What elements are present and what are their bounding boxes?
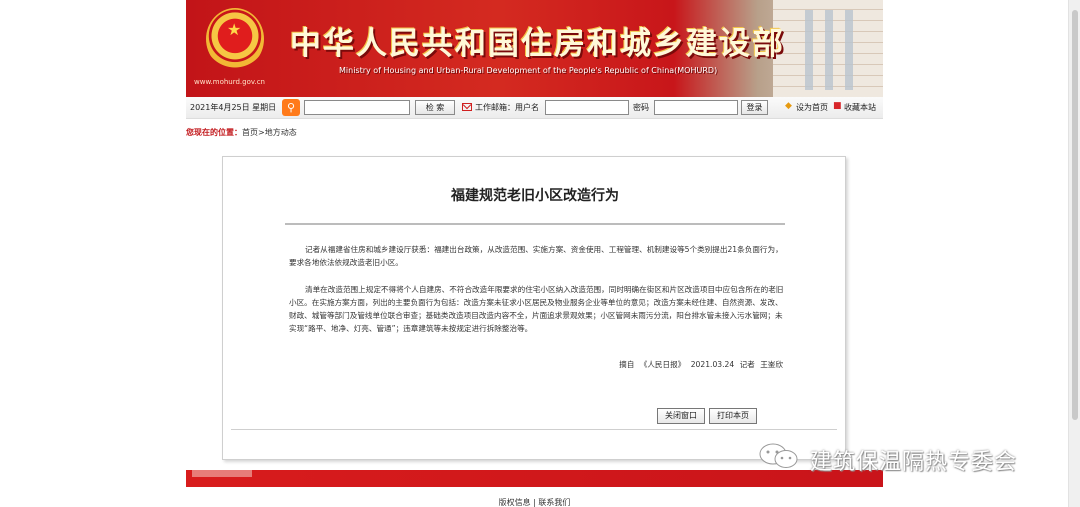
footer-divider: | [533,498,536,507]
add-favorite-link[interactable]: 收藏本站 [844,102,876,113]
home-icon: ◆ [785,101,792,111]
search-input[interactable] [304,100,410,115]
contact-link[interactable]: 联系我们 [538,498,570,507]
password-label: 密码 [633,103,649,112]
site-title-en: Ministry of Housing and Urban-Rural Deve… [339,66,718,75]
article-paragraph: 清单在改造范围上规定不得将个人自建房、不符合改造年限要求的住宅小区纳入改造范围，… [289,285,784,333]
print-page-button[interactable]: 打印本页 [709,408,757,424]
article-source: 摘自 《人民日报》 2021.03.24 记者 王崟欣 [619,360,783,369]
article-panel: 福建规范老旧小区改造行为 记者从福建省住房和城乡建设厅获悉：福建出台政策，从改造… [222,156,846,460]
search-icon[interactable]: ⚲ [282,99,300,116]
site-url: www.mohurd.gov.cn [194,78,265,86]
breadcrumb-label: 您现在的位置： [186,128,242,137]
breadcrumb-current[interactable]: 地方动态 [265,128,297,137]
article-paragraph: 记者从福建省住房和城乡建设厅获悉：福建出台政策，从改造范围、实施方案、资金使用、… [289,245,783,267]
search-button[interactable]: 检 索 [415,100,455,115]
favorite-icon: ■ [833,101,842,111]
national-emblem-icon: ★ [206,8,264,70]
title-divider [285,223,785,225]
close-window-button[interactable]: 关闭窗口 [657,408,705,424]
flag-decoration [192,470,252,487]
login-button[interactable]: 登录 [741,100,768,115]
page: ★ www.mohurd.gov.cn 中华人民共和国住房和城乡建设部 Mini… [186,0,883,507]
mail-label: 工作邮箱：用户名 [475,103,539,112]
building-windows [793,10,863,90]
footer-links: 版权信息 | 联系我们 [186,497,883,507]
mail-icon [462,103,472,111]
breadcrumb-separator: > [258,128,265,137]
set-homepage-link[interactable]: 设为首页 [796,102,828,113]
header-banner: ★ www.mohurd.gov.cn 中华人民共和国住房和城乡建设部 Mini… [186,0,883,97]
wechat-icon [759,443,798,468]
copyright-link[interactable]: 版权信息 [499,498,531,507]
scrollbar[interactable] [1068,0,1080,507]
bottom-divider [231,429,837,430]
password-input[interactable] [654,100,738,115]
breadcrumb: 您现在的位置：首页>地方动态 [186,127,297,138]
current-date: 2021年4月25日 星期日 [190,103,277,112]
footer-bar [186,470,883,487]
toolbar: 2021年4月25日 星期日 ⚲ 检 索 工作邮箱：用户名 密码 登录 ◆ 设为… [186,97,883,119]
watermark-text: 建筑保温隔热专委会 [810,450,1018,475]
article-title: 福建规范老旧小区改造行为 [451,188,619,204]
site-title-cn: 中华人民共和国住房和城乡建设部 [290,26,785,62]
breadcrumb-home[interactable]: 首页 [242,128,258,137]
username-input[interactable] [545,100,629,115]
scrollbar-thumb[interactable] [1072,10,1078,420]
